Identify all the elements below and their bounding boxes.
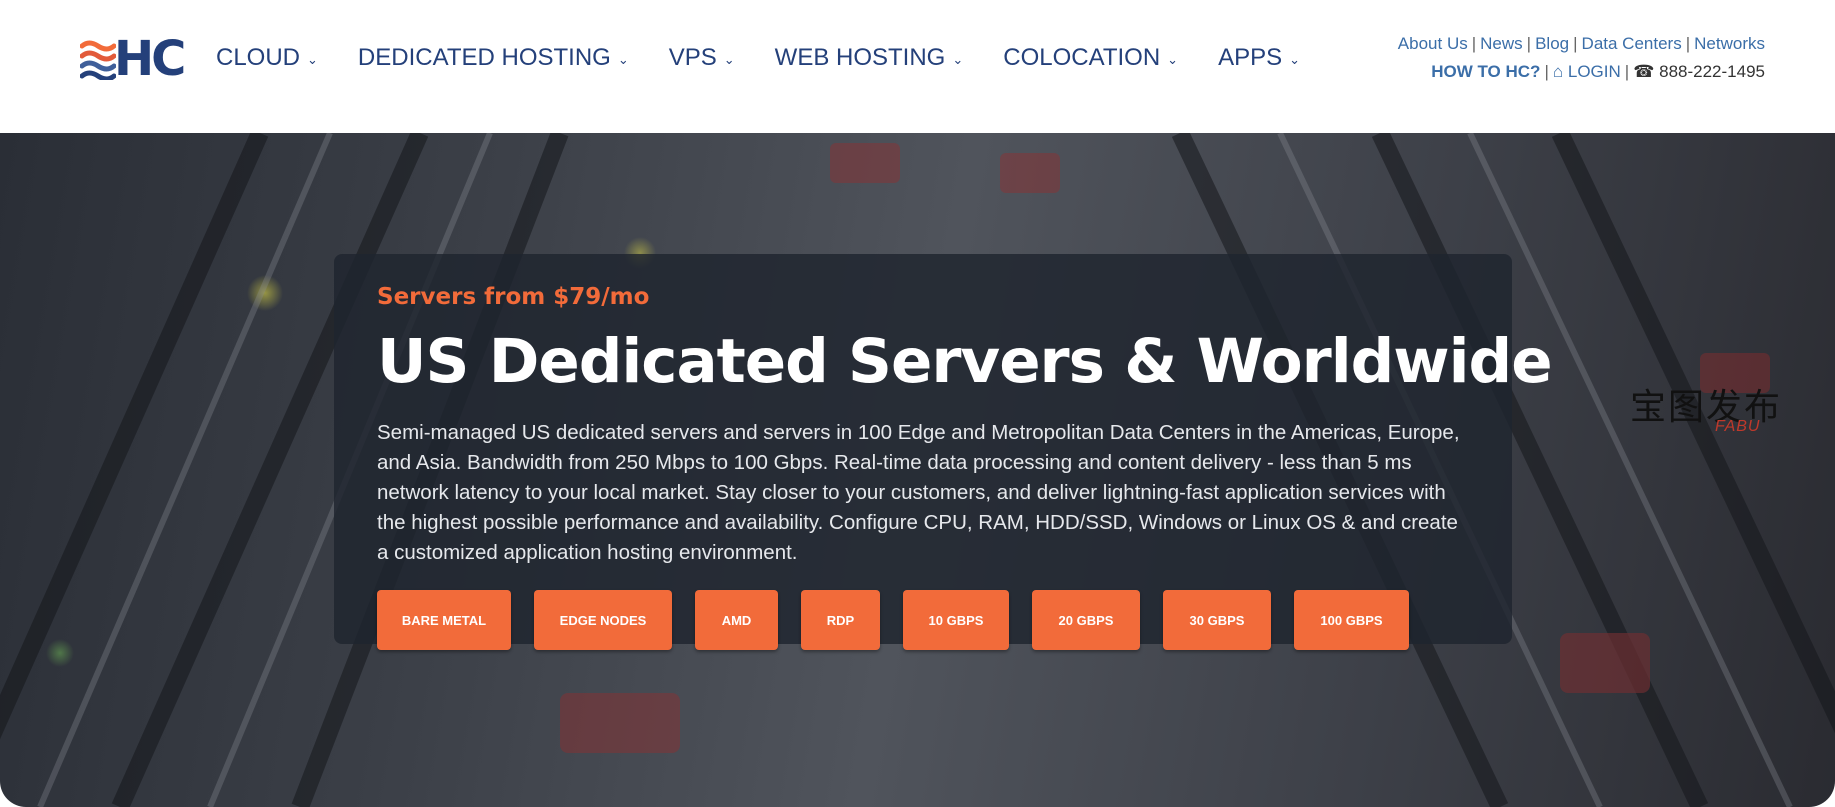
nav-item-dedicated-hosting[interactable]: DEDICATED HOSTING ⌄ — [358, 44, 629, 72]
chevron-down-icon: ⌄ — [952, 52, 964, 67]
news-link[interactable]: News — [1480, 34, 1523, 53]
nav-item-cloud[interactable]: CLOUD ⌄ — [216, 44, 318, 72]
phone-label: 888-222-1495 — [1659, 62, 1765, 81]
utility-links-row-2: HOW TO HC? | ⌂ LOGIN | ☎ 888-222-1495 — [1398, 58, 1765, 86]
logo-text: HC — [114, 30, 186, 87]
phone-icon: ☎ — [1633, 62, 1655, 81]
hero-title: US Dedicated Servers & Worldwide — [377, 326, 1553, 397]
main-nav: CLOUD ⌄ DEDICATED HOSTING ⌄ VPS ⌄ WEB HO… — [216, 42, 1340, 74]
20-gbps-button[interactable]: 20 GBPS — [1032, 590, 1140, 650]
separator: | — [1573, 34, 1578, 53]
nav-item-label: WEB HOSTING — [774, 44, 946, 71]
watermark-subtext: FABU — [1715, 418, 1761, 435]
login-link[interactable]: ⌂ LOGIN — [1553, 62, 1621, 81]
30-gbps-button[interactable]: 30 GBPS — [1163, 590, 1271, 650]
utility-links-row-1: About Us | News | Blog | Data Centers | Networks — [1398, 30, 1765, 58]
10-gbps-button[interactable]: 10 GBPS — [903, 590, 1009, 650]
100-gbps-button[interactable]: 100 GBPS — [1294, 590, 1409, 650]
amd-button[interactable]: AMD — [695, 590, 778, 650]
rdp-button[interactable]: RDP — [801, 590, 880, 650]
bare-metal-button[interactable]: BARE METAL — [377, 590, 511, 650]
nav-item-label: VPS — [668, 44, 717, 71]
utility-links: About Us | News | Blog | Data Centers | Networks… — [1398, 30, 1765, 86]
chevron-down-icon: ⌄ — [1167, 52, 1179, 67]
nav-item-label: CLOUD — [216, 44, 301, 71]
nav-item-web-hosting[interactable]: WEB HOSTING ⌄ — [775, 44, 964, 72]
phone-number[interactable]: ☎ 888-222-1495 — [1633, 62, 1765, 81]
chevron-down-icon: ⌄ — [307, 52, 318, 67]
networks-link[interactable]: Networks — [1694, 34, 1765, 53]
separator: | — [1685, 34, 1691, 53]
data-centers-link[interactable]: Data Centers — [1582, 34, 1682, 53]
about-us-link[interactable]: About Us — [1398, 34, 1468, 53]
login-label: LOGIN — [1567, 62, 1621, 81]
site-logo[interactable]: HC — [80, 30, 192, 87]
chevron-down-icon: ⌄ — [617, 52, 629, 67]
home-icon: ⌂ — [1552, 62, 1564, 81]
hero-panel: Servers from $79/mo US Dedicated Servers… — [334, 254, 1553, 650]
nav-item-colocation[interactable]: COLOCATION ⌄ — [1003, 44, 1178, 72]
waves-logo-icon — [80, 40, 116, 80]
chevron-down-icon: ⌄ — [723, 52, 735, 67]
edge-nodes-button[interactable]: EDGE NODES — [534, 590, 672, 650]
watermark: 宝图发布 FABU — [1630, 378, 1820, 438]
hero-description: Semi-managed US dedicated servers and se… — [377, 421, 1460, 564]
nav-item-label: APPS — [1218, 44, 1283, 71]
how-to-hc-link[interactable]: HOW TO HC? — [1431, 62, 1540, 81]
separator: | — [1471, 34, 1477, 53]
site-header: HC CLOUD ⌄ DEDICATED HOSTING ⌄ VPS ⌄ WEB… — [0, 0, 1835, 133]
nav-item-vps[interactable]: VPS ⌄ — [669, 44, 735, 72]
nav-item-label: DEDICATED HOSTING — [357, 44, 611, 71]
nav-item-apps[interactable]: APPS ⌄ — [1218, 44, 1300, 72]
nav-item-label: COLOCATION — [1003, 44, 1161, 71]
hero-tagline: Servers from $79/mo — [377, 284, 650, 310]
blog-link[interactable]: Blog — [1535, 34, 1569, 53]
separator: | — [1544, 62, 1549, 81]
separator: | — [1624, 62, 1630, 81]
hero-section: 宝图发布 FABU Servers from $79/mo US Dedicat… — [0, 133, 1835, 807]
separator: | — [1526, 34, 1532, 53]
chevron-down-icon: ⌄ — [1289, 52, 1300, 67]
page-frame: HC CLOUD ⌄ DEDICATED HOSTING ⌄ VPS ⌄ WEB… — [0, 0, 1835, 807]
hero-button-row: BARE METAL EDGE NODES AMD RDP 10 GBPS 20… — [377, 590, 1432, 650]
